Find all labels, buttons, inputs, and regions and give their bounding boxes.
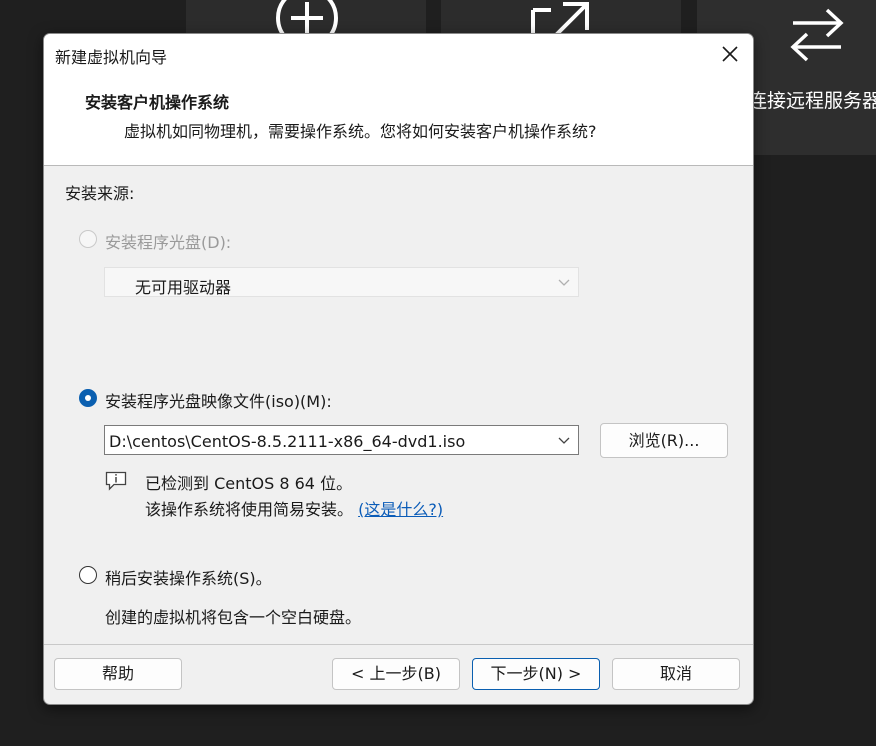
iso-path-combobox[interactable]: D:\centos\CentOS-8.5.2111-x86_64-dvd1.is… (104, 425, 579, 455)
dialog-title: 新建虚拟机向导 (55, 48, 168, 67)
dialog-titlebar: 新建虚拟机向导 (44, 34, 753, 74)
help-button[interactable]: 帮助 (54, 658, 182, 690)
install-later-description: 创建的虚拟机将包含一个空白硬盘。 (105, 608, 362, 627)
next-button[interactable]: 下一步(N) > (472, 658, 600, 690)
close-icon (722, 46, 738, 62)
footer-divider (44, 644, 753, 645)
iso-path-value[interactable]: D:\centos\CentOS-8.5.2111-x86_64-dvd1.is… (109, 432, 465, 451)
detected-os-text: 已检测到 CentOS 8 64 位。 (145, 474, 353, 493)
swap-arrows-icon (790, 8, 844, 62)
iso-radio[interactable] (79, 389, 97, 407)
disc-drive-value: 无可用驱动器 (135, 278, 232, 297)
install-later-label[interactable]: 稍后安装操作系统(S)。 (105, 565, 272, 589)
page-title: 安装客户机操作系统 (85, 93, 230, 112)
browse-button[interactable]: 浏览(R)... (600, 423, 728, 458)
disc-radio[interactable] (79, 230, 97, 248)
wizard-header: 安装客户机操作系统 虚拟机如同物理机，需要操作系统。您将如何安装客户机操作系统? (44, 74, 753, 166)
info-icon (105, 471, 127, 491)
new-vm-wizard-dialog: 新建虚拟机向导 安装客户机操作系统 虚拟机如同物理机，需要操作系统。您将如何安装… (43, 33, 754, 705)
whats-this-link[interactable]: (这是什么?) (358, 500, 443, 519)
connect-remote-server-label[interactable]: 连接远程服务器 (748, 86, 876, 113)
disc-radio-label[interactable]: 安装程序光盘(D): (105, 229, 231, 253)
install-source-label: 安装来源: (65, 184, 135, 203)
chevron-down-icon (558, 279, 570, 286)
back-button[interactable]: < 上一步(B) (332, 658, 460, 690)
wizard-body: 安装来源: 安装程序光盘(D): 无可用驱动器 安装程序光盘映像文件(iso)(… (44, 166, 753, 644)
easy-install-message: 该操作系统将使用简易安装。 (145, 500, 354, 519)
easy-install-text: 该操作系统将使用简易安装。 (这是什么?) (145, 496, 443, 520)
close-button[interactable] (707, 34, 753, 74)
iso-radio-label[interactable]: 安装程序光盘映像文件(iso)(M): (105, 388, 332, 412)
page-subtitle: 虚拟机如同物理机，需要操作系统。您将如何安装客户机操作系统? (124, 122, 597, 141)
disc-drive-dropdown[interactable]: 无可用驱动器 (104, 267, 579, 297)
install-later-radio[interactable] (79, 566, 97, 584)
cancel-button[interactable]: 取消 (612, 658, 740, 690)
chevron-down-icon[interactable] (558, 434, 570, 446)
